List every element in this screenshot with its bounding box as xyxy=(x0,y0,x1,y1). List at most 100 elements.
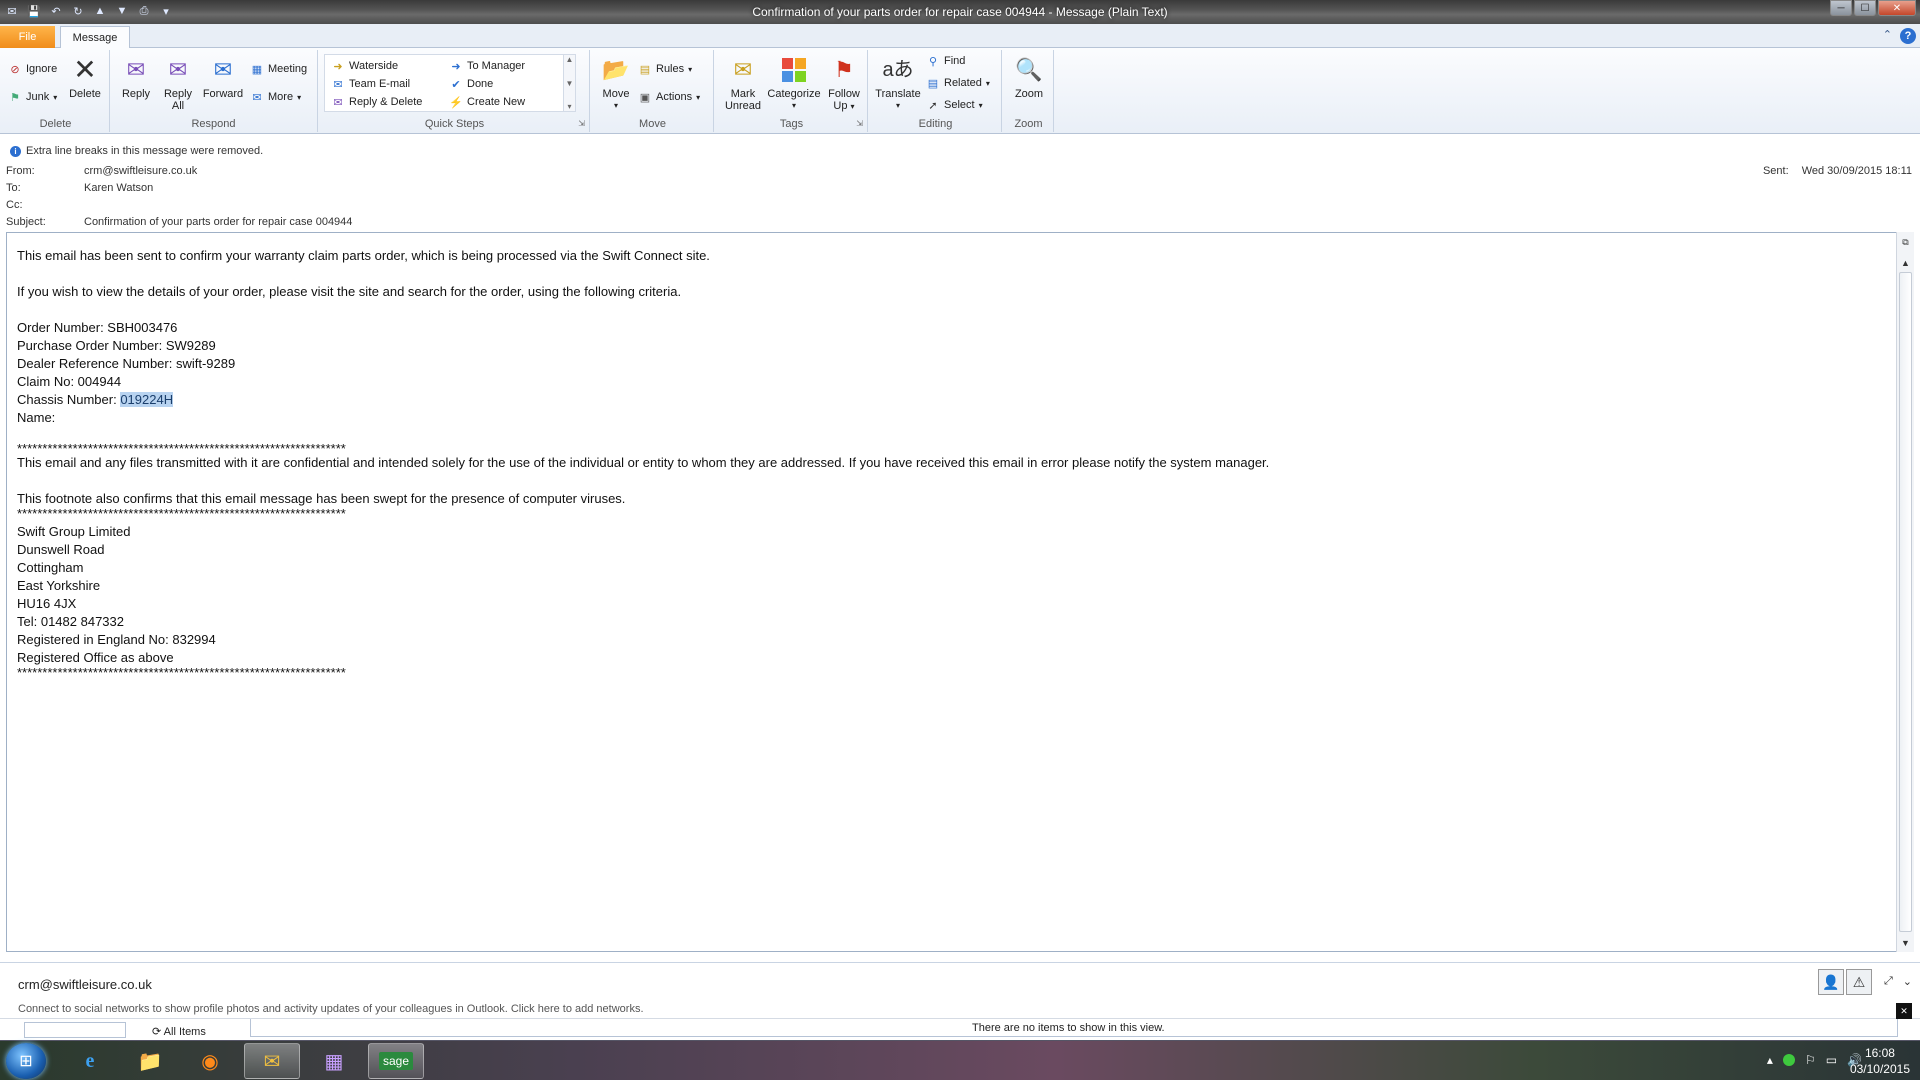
scrollbar-thumb[interactable] xyxy=(1899,272,1912,932)
dropdown-arrow-icon: ▾ xyxy=(53,92,58,102)
clock[interactable]: 16:08 03/10/2015 xyxy=(1850,1045,1910,1077)
move-icon: 📂 xyxy=(602,57,630,82)
group-label: Respond xyxy=(191,118,236,130)
people-pane-name[interactable]: crm@swiftleisure.co.uk xyxy=(18,977,152,992)
quick-step-reply-delete[interactable]: ✉ Reply & Delete xyxy=(331,93,422,111)
delete-group: ⊘ Ignore ⚑ Junk ▾ ✕ Delete Delete xyxy=(2,50,110,132)
scroll-down-icon[interactable]: ▼ xyxy=(1899,936,1912,949)
disclaimer: This email and any files transmitted wit… xyxy=(17,455,1270,470)
close-button[interactable]: ✕ xyxy=(1878,0,1916,16)
dealer-reference: Dealer Reference Number: swift-9289 xyxy=(17,356,236,371)
team-email-icon: ✉ xyxy=(333,78,343,91)
junk-button[interactable]: ⚑ Junk ▾ xyxy=(8,88,57,106)
ribbon: ⊘ Ignore ⚑ Junk ▾ ✕ Delete Delete ✉ Repl… xyxy=(0,48,1920,134)
zoom-button[interactable]: 🔍 Zoom xyxy=(1008,54,1050,101)
categorize-button[interactable]: Categorize ▾ xyxy=(766,54,822,112)
maximize-button[interactable]: ☐ xyxy=(1854,0,1876,16)
dropdown-arrow-icon: ▾ xyxy=(985,78,990,88)
quick-steps-group: ➜ Waterside ✉ Team E-mail ✉ Reply & Dele… xyxy=(320,50,590,132)
select-button[interactable]: ➚ Select ▾ xyxy=(926,96,983,114)
start-button[interactable]: ⊞ xyxy=(6,1043,46,1079)
chevron-down-icon[interactable]: ⌄ xyxy=(1903,975,1912,988)
scroll-up-icon[interactable]: ▲ xyxy=(1899,256,1912,269)
taskbar-calculator[interactable]: ▦ xyxy=(306,1043,362,1079)
reply-all-icon: ✉ xyxy=(168,57,188,82)
find-button[interactable]: ⚲ Find xyxy=(926,52,965,70)
sent-label: Sent: xyxy=(1762,165,1789,177)
cc-label: Cc: xyxy=(6,199,23,211)
taskbar-explorer[interactable]: 📁 xyxy=(122,1043,178,1079)
delete-button[interactable]: ✕ Delete xyxy=(64,54,106,101)
dropdown-arrow-icon: ▾ xyxy=(696,92,701,102)
taskbar-firefox[interactable]: ◉ xyxy=(182,1043,238,1079)
help-icon[interactable]: ? xyxy=(1900,28,1916,44)
taskbar-sage[interactable]: sage xyxy=(368,1043,424,1079)
vertical-scrollbar[interactable]: ⧉ ▲ ▼ xyxy=(1896,232,1914,952)
mark-unread-button[interactable]: ✉ Mark Unread xyxy=(720,54,766,113)
to-label: To: xyxy=(6,182,21,194)
follow-up-button[interactable]: ⚑ Follow Up ▾ xyxy=(824,54,864,113)
move-button[interactable]: 📂 Move ▾ xyxy=(596,54,636,112)
social-networks-hint[interactable]: Connect to social networks to show profi… xyxy=(18,1003,644,1015)
minimize-ribbon-icon[interactable]: ⌃ xyxy=(1883,28,1892,44)
filter-box[interactable] xyxy=(24,1022,126,1038)
message-body-text[interactable]: This email has been sent to confirm your… xyxy=(17,247,1270,679)
reply-button[interactable]: ✉ Reply xyxy=(116,54,156,101)
clock-date: 03/10/2015 xyxy=(1849,1062,1910,1076)
dialog-launcher-icon[interactable]: ⇲ xyxy=(578,119,585,128)
translate-button[interactable]: aあ Translate ▾ xyxy=(872,54,924,112)
dropdown-arrow-icon: ▾ xyxy=(978,100,983,110)
tab-message[interactable]: Message xyxy=(60,26,130,49)
flag-icon: ⚑ xyxy=(834,57,854,82)
quick-steps-gallery: ➜ Waterside ✉ Team E-mail ✉ Reply & Dele… xyxy=(324,54,576,112)
all-items-tab[interactable]: ⟳ All Items xyxy=(152,1025,206,1038)
status-icon[interactable] xyxy=(1782,1054,1795,1066)
selected-chassis-value[interactable]: 019224H xyxy=(120,392,174,407)
rules-button[interactable]: ▤ Rules ▾ xyxy=(638,60,692,78)
forward-button[interactable]: ✉ Forward xyxy=(200,54,246,101)
quick-step-create-new[interactable]: ⚡ Create New xyxy=(449,93,525,111)
dropdown-arrow-icon: ▾ xyxy=(895,101,900,110)
network-icon[interactable]: ▭ xyxy=(1826,1053,1837,1067)
actions-button[interactable]: ▣ Actions ▾ xyxy=(638,88,700,106)
related-button[interactable]: ▤ Related ▾ xyxy=(926,74,990,92)
ignore-button[interactable]: ⊘ Ignore xyxy=(8,60,57,78)
from-value[interactable]: crm@swiftleisure.co.uk xyxy=(84,165,197,177)
to-row: To: Karen Watson xyxy=(0,182,1000,196)
taskbar-outlook[interactable]: ✉ xyxy=(244,1043,300,1079)
address-line: HU16 4JX xyxy=(17,596,77,611)
tab-file[interactable]: File xyxy=(0,26,55,48)
message-body[interactable]: This email has been sent to confirm your… xyxy=(6,232,1898,952)
quick-step-waterside[interactable]: ➜ Waterside xyxy=(331,57,398,75)
gallery-more-icon[interactable]: ▾ xyxy=(567,102,571,111)
clock-time: 16:08 xyxy=(1864,1046,1895,1060)
warning-icon[interactable]: ⚠ xyxy=(1846,969,1872,995)
show-hidden-icons-icon[interactable]: ▴ xyxy=(1767,1053,1773,1067)
magnifier-icon: 🔍 xyxy=(1015,57,1043,82)
folder-icon: 📁 xyxy=(137,1050,163,1073)
more-button[interactable]: ✉ More ▾ xyxy=(250,88,301,106)
reply-all-button[interactable]: ✉ Reply All xyxy=(158,54,198,113)
address-line: Tel: 01482 847332 xyxy=(17,614,124,629)
scroll-down-icon[interactable]: ▼ xyxy=(566,79,574,88)
to-value[interactable]: Karen Watson xyxy=(84,182,153,194)
meeting-button[interactable]: ▦ Meeting xyxy=(250,60,307,78)
folder-move-icon: ➜ xyxy=(333,60,343,73)
minimize-button[interactable]: ─ xyxy=(1830,0,1852,16)
quick-step-done[interactable]: ✔ Done xyxy=(449,75,493,93)
system-tray: ▴ ⚐ ▭ 🔊 xyxy=(1767,1053,1862,1067)
close-pane-icon[interactable]: ✕ xyxy=(1896,1003,1912,1019)
expand-pane-icon[interactable]: ⧉ xyxy=(1899,236,1912,249)
quick-steps-scroll[interactable]: ▲ ▼ ▾ xyxy=(563,55,575,111)
expand-icon[interactable]: ⤢ xyxy=(1884,975,1893,988)
flag-icon[interactable]: ⚐ xyxy=(1805,1053,1816,1067)
quick-step-team-email[interactable]: ✉ Team E-mail xyxy=(331,75,410,93)
taskbar-ie[interactable]: e xyxy=(62,1043,118,1079)
dialog-launcher-icon[interactable]: ⇲ xyxy=(856,119,863,128)
person-icon[interactable]: 👤 xyxy=(1818,969,1844,995)
info-bar[interactable]: i Extra line breaks in this message were… xyxy=(0,144,1920,160)
categorize-icon xyxy=(778,54,810,86)
scroll-up-icon[interactable]: ▲ xyxy=(566,55,574,64)
quick-step-to-manager[interactable]: ➜ To Manager xyxy=(449,57,525,75)
